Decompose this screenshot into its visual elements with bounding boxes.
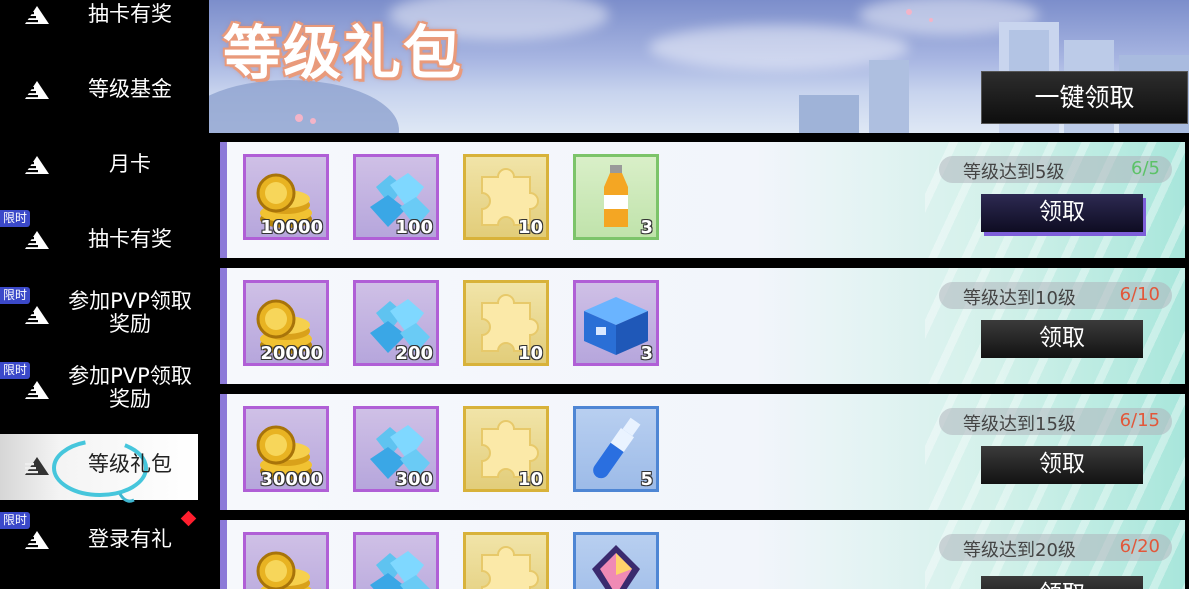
requirement-text: 等级达到10级 [963, 288, 1076, 309]
reward-item[interactable]: 200 [353, 280, 439, 366]
sidebar-item-draw-rewards[interactable]: 抽卡有奖 [0, 0, 198, 30]
item-quantity: 30000 [260, 469, 323, 490]
item-quantity: 200 [395, 343, 433, 364]
blue-diamonds-icon [370, 551, 430, 589]
reward-item[interactable]: 3 [573, 154, 659, 240]
sidebar-item-login-gift[interactable]: 限时 登录有礼 [0, 510, 198, 562]
limited-tag: 限时 [0, 362, 30, 379]
reward-row: 20000 200 10 3 等级达到10级 6/10 领取 [220, 268, 1185, 384]
item-quantity: 10000 [260, 217, 323, 238]
page-title: 等级礼包 [223, 19, 464, 87]
limited-tag: 限时 [0, 210, 30, 227]
reward-item[interactable]: 300 [353, 406, 439, 492]
sidebar-item-pvp-rewards-2[interactable]: 限时 参加PVP领取奖励 [0, 360, 198, 415]
level-requirement: 等级达到15级 6/15 [939, 408, 1172, 435]
reward-item[interactable]: 30000 [243, 406, 329, 492]
puzzle-piece-icon [481, 546, 539, 589]
progress-text: 6/10 [1119, 284, 1160, 305]
sidebar-item-draw-rewards-limited[interactable]: 限时 抽卡有奖 [0, 210, 198, 260]
requirement-text: 等级达到5级 [963, 162, 1065, 183]
reward-item[interactable]: 10 [463, 280, 549, 366]
item-quantity: 3 [640, 343, 653, 364]
reward-item[interactable]: 3 [573, 280, 659, 366]
rank-icon [25, 231, 49, 249]
sidebar: 抽卡有奖 等级基金 月卡 限时 抽卡有奖 限时 参加PVP领取奖励 限时 参加P… [0, 0, 210, 589]
rank-icon [25, 156, 49, 174]
item-quantity: 20000 [260, 343, 323, 364]
notification-dot [180, 510, 197, 527]
level-requirement: 等级达到5级 6/5 [939, 156, 1172, 183]
reward-item[interactable]: 10 [463, 154, 549, 240]
claim-button[interactable]: 领取 [981, 576, 1143, 589]
reward-item[interactable] [463, 532, 549, 589]
sidebar-item-label: 抽卡有奖 [88, 2, 172, 26]
rank-icon [25, 81, 49, 99]
reward-item[interactable]: 20000 [243, 280, 329, 366]
rank-icon [25, 306, 49, 324]
reward-item[interactable] [243, 532, 329, 589]
sidebar-item-level-fund[interactable]: 等级基金 [0, 70, 198, 110]
crystal-shard-icon [592, 545, 640, 589]
rank-icon [25, 531, 49, 549]
sidebar-item-label: 月卡 [109, 152, 151, 176]
reward-item[interactable]: 10 [463, 406, 549, 492]
banner: 等级礼包 一键领取 [209, 0, 1189, 133]
claim-button[interactable]: 领取 [981, 446, 1143, 484]
sidebar-item-label: 登录有礼 [88, 527, 172, 551]
claim-all-button[interactable]: 一键领取 [981, 71, 1188, 124]
item-quantity: 5 [640, 469, 653, 490]
limited-tag: 限时 [0, 287, 30, 304]
progress-text: 6/20 [1119, 536, 1160, 557]
sidebar-item-label: 等级基金 [88, 77, 172, 101]
sidebar-item-label: 等级礼包 [88, 452, 172, 476]
level-requirement: 等级达到20级 6/20 [939, 534, 1172, 561]
sidebar-item-monthly-card[interactable]: 月卡 [0, 145, 198, 185]
sidebar-item-level-gift[interactable]: 等级礼包 [0, 434, 198, 503]
gold-coins-icon [256, 551, 312, 589]
item-quantity: 3 [640, 217, 653, 238]
sidebar-item-label: 参加PVP领取奖励 [68, 289, 192, 336]
reward-row: 30000 300 10 5 等级达到15级 6/15 领取 [220, 394, 1185, 510]
reward-item[interactable] [573, 532, 659, 589]
sidebar-item-label: 抽卡有奖 [88, 227, 172, 251]
rank-icon [25, 381, 49, 399]
item-quantity: 10 [517, 217, 543, 238]
requirement-text: 等级达到20级 [963, 540, 1076, 561]
reward-row: 10000 100 10 3 等级达到5级 6/5 领取 [220, 142, 1185, 258]
progress-text: 6/5 [1131, 158, 1160, 179]
item-quantity: 300 [395, 469, 433, 490]
rank-icon [25, 457, 49, 475]
item-quantity: 10 [517, 469, 543, 490]
sidebar-item-label: 参加PVP领取奖励 [68, 364, 192, 411]
limited-tag: 限时 [0, 512, 30, 529]
reward-row: 等级达到20级 6/20 领取 [220, 520, 1185, 589]
reward-item[interactable]: 100 [353, 154, 439, 240]
claim-button[interactable]: 领取 [981, 320, 1143, 358]
reward-item[interactable] [353, 532, 439, 589]
claim-button[interactable]: 领取 [981, 194, 1143, 232]
sidebar-item-pvp-rewards[interactable]: 限时 参加PVP领取奖励 [0, 285, 198, 340]
rank-icon [25, 6, 49, 24]
reward-item[interactable]: 10000 [243, 154, 329, 240]
level-requirement: 等级达到10级 6/10 [939, 282, 1172, 309]
reward-item[interactable]: 5 [573, 406, 659, 492]
item-quantity: 10 [517, 343, 543, 364]
requirement-text: 等级达到15级 [963, 414, 1076, 435]
item-quantity: 100 [395, 217, 433, 238]
progress-text: 6/15 [1119, 410, 1160, 431]
